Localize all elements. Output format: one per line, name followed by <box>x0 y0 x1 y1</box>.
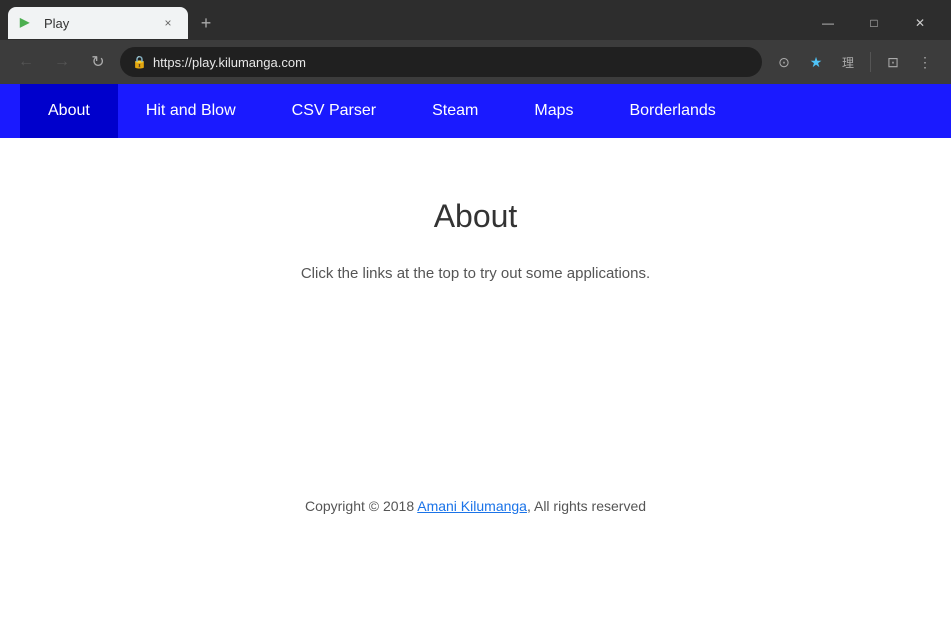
translate-button[interactable]: 理 <box>834 48 862 76</box>
nav-item-hit-and-blow[interactable]: Hit and Blow <box>118 84 264 138</box>
lock-icon: 🔒 <box>132 55 147 69</box>
nav-item-about[interactable]: About <box>20 84 118 138</box>
tab-title: Play <box>44 16 152 31</box>
nav-bar: About Hit and Blow CSV Parser Steam Maps… <box>0 84 951 138</box>
window-controls: — □ ✕ <box>805 7 943 39</box>
new-tab-button[interactable]: + <box>192 9 220 37</box>
footer-prefix: Copyright © 2018 <box>305 498 417 514</box>
tab-bar: ▶ Play × + — □ ✕ <box>0 0 951 40</box>
back-button[interactable]: ← <box>12 48 40 76</box>
page-main: About Click the links at the top to try … <box>301 198 650 282</box>
bookmark-button[interactable]: ★ <box>802 48 830 76</box>
nav-item-csv-parser[interactable]: CSV Parser <box>264 84 404 138</box>
reload-button[interactable]: ↻ <box>84 48 112 76</box>
nav-item-steam[interactable]: Steam <box>404 84 506 138</box>
menu-button[interactable]: ⋮ <box>911 48 939 76</box>
page-description: Click the links at the top to try out so… <box>301 265 650 282</box>
footer-author-link[interactable]: Amani Kilumanga <box>417 498 527 514</box>
url-text: https://play.kilumanga.com <box>153 55 306 70</box>
extension-button[interactable]: ⊡ <box>879 48 907 76</box>
page-content: About Click the links at the top to try … <box>0 138 951 478</box>
maximize-button[interactable]: □ <box>851 7 897 39</box>
page-heading: About <box>301 198 650 235</box>
nav-item-borderlands[interactable]: Borderlands <box>601 84 743 138</box>
tab-close-button[interactable]: × <box>160 15 176 31</box>
nav-item-maps[interactable]: Maps <box>506 84 601 138</box>
circle-action-button[interactable]: ⊙ <box>770 48 798 76</box>
address-bar: ← → ↻ 🔒 https://play.kilumanga.com ⊙ ★ 理… <box>0 40 951 84</box>
forward-button[interactable]: → <box>48 48 76 76</box>
browser-actions: ⊙ ★ 理 ⊡ ⋮ <box>770 48 939 76</box>
url-box[interactable]: 🔒 https://play.kilumanga.com <box>120 47 762 77</box>
minimize-button[interactable]: — <box>805 7 851 39</box>
close-button[interactable]: ✕ <box>897 7 943 39</box>
footer-suffix: , All rights reserved <box>527 498 646 514</box>
browser-tab[interactable]: ▶ Play × <box>8 7 188 39</box>
toolbar-divider <box>870 52 871 72</box>
tab-favicon: ▶ <box>20 15 36 31</box>
page-footer: Copyright © 2018 Amani Kilumanga, All ri… <box>0 478 951 534</box>
